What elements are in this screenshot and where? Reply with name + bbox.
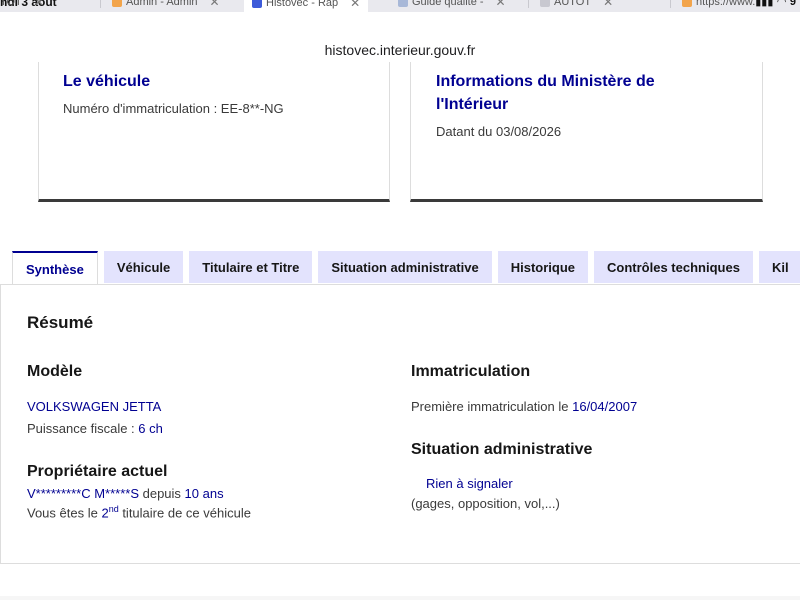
browser-tab-6[interactable]: https://www. [682,0,755,10]
tab-vehicule[interactable]: Véhicule [103,251,184,283]
model-name: VOLKSWAGEN JETTA [27,399,162,414]
status-icons: ▮▮▮ ◠ 9 [755,0,796,8]
histovec-favicon-icon [252,0,262,8]
owner-since-label: depuis [139,486,185,501]
admin-status-heading: Situation administrative [411,441,593,458]
admin-status-value: Rien à signaler [426,476,513,491]
doc-favicon-icon [398,0,408,7]
admin-favicon-icon [112,0,122,7]
plate-number: Numéro d'immatriculation : EE-8**-NG [63,101,284,116]
fiscal-power-label: Puissance fiscale : [27,421,139,436]
close-icon[interactable]: ✕ [496,0,506,9]
browser-tab-4[interactable]: Guide qualité - ✕ [398,0,506,10]
model-heading: Modèle [27,363,83,380]
vehicle-card: Le véhicule Numéro d'immatriculation : E… [38,62,390,202]
data-date: Datant du 03/08/2026 [436,124,562,139]
wifi-icon: ◠ [777,0,786,8]
owner-rank-num: 2 [101,505,109,521]
browser-tab-label: Admin - Admin [126,0,198,8]
ministry-title-line2: l'Intérieur [436,96,509,113]
first-registration: Première immatriculation le 16/04/2007 [411,399,637,414]
ministry-card: Informations du Ministère de l'Intérieur… [410,62,763,202]
gear-favicon-icon [540,0,550,7]
owner-since-value: 10 ans [184,486,224,501]
tab-controles-techniques[interactable]: Contrôles techniques [594,251,753,283]
browser-tab-1[interactable]: UTOT ✕ [0,0,44,10]
browser-tab-2[interactable]: Admin - Admin ✕ [112,0,220,10]
synthese-panel: Résumé Modèle VOLKSWAGEN JETTA Puissance… [0,284,800,564]
vehicle-card-title: Le véhicule [63,73,151,90]
browser-tab-label: AUTOT [554,0,592,8]
ministry-title-line1: Informations du Ministère de [436,73,655,90]
report-tabs: Synthèse Véhicule Titulaire et Titre Sit… [12,251,800,285]
owner-rank-sup: nd [108,504,119,514]
site-favicon-icon [682,0,692,7]
bottom-strip [0,596,800,600]
browser-tab-label: https://www. [696,0,756,8]
signal-icon: ▮▮▮ [755,0,774,8]
browser-tab-3-active[interactable]: Histovec - Rap ✕ [244,0,369,12]
browser-tab-strip: ndi 3 août UTOT ✕ Admin - Admin ✕ Histov… [0,0,800,12]
admin-status-details: (gages, opposition, vol,...) [411,496,560,511]
tab-situation-administrative[interactable]: Situation administrative [318,251,492,283]
browser-tab-5[interactable]: AUTOT ✕ [540,0,613,10]
owner-name: V*********C M*****S [27,486,139,501]
registration-heading: Immatriculation [411,363,531,380]
browser-tab-label: Histovec - Rap [266,0,339,9]
url-text: histovec.interieur.gouv.fr [324,42,476,58]
browser-tab-label: UTOT [0,0,22,8]
owner-line: V*********C M*****S depuis 10 ans [27,486,224,501]
fiscal-power-value: 6 ch [138,421,163,436]
summary-title: Résumé [27,313,94,332]
battery-level: 9 [789,0,796,8]
fiscal-power: Puissance fiscale : 6 ch [27,421,163,436]
first-registration-label: Première immatriculation le [411,399,573,414]
close-icon[interactable]: ✕ [210,0,220,9]
tab-kilometrage[interactable]: Kil [758,251,800,283]
tab-titulaire-et-titre[interactable]: Titulaire et Titre [189,251,313,283]
owner-rank: Vous êtes le 2nd titulaire de ce véhicul… [27,504,251,520]
tab-synthese[interactable]: Synthèse [12,251,98,285]
owner-heading: Propriétaire actuel [27,463,168,480]
close-icon[interactable]: ✕ [350,0,360,10]
browser-tab-label: Guide qualité - [412,0,484,8]
address-bar[interactable]: histovec.interieur.gouv.fr [0,12,800,68]
close-icon[interactable]: ✕ [34,0,44,9]
owner-rank-prefix: Vous êtes le [27,505,102,521]
close-icon[interactable]: ✕ [603,0,613,9]
owner-rank-suffix: titulaire de ce véhicule [118,505,251,521]
tab-historique[interactable]: Historique [497,251,589,283]
ministry-card-title: Informations du Ministère de l'Intérieur [436,70,738,116]
first-registration-date: 16/04/2007 [572,399,638,414]
